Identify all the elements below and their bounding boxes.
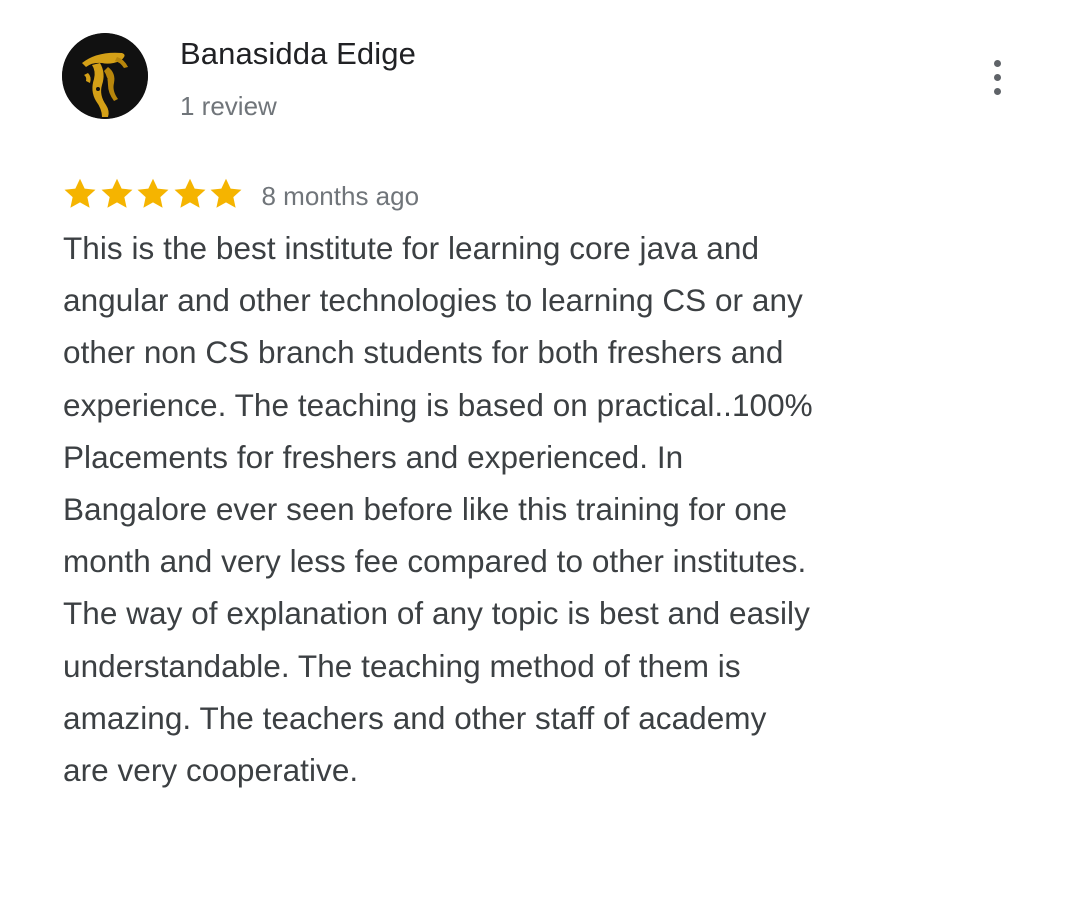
star-icon — [62, 176, 98, 212]
avatar-image — [62, 33, 148, 119]
star-icon — [208, 176, 244, 212]
star-icon — [172, 176, 208, 212]
review-card: Banasidda Edige 1 review 8 months ago Th… — [0, 0, 1080, 909]
more-vert-icon — [994, 60, 1001, 67]
star-icon — [135, 176, 171, 212]
reviewer-name[interactable]: Banasidda Edige — [180, 36, 416, 72]
more-vert-icon-dot — [994, 88, 1001, 95]
avatar[interactable] — [62, 33, 148, 119]
review-time: 8 months ago — [261, 180, 420, 211]
reviewer-review-count: 1 review — [180, 91, 277, 121]
star-icon — [99, 176, 135, 212]
review-text: This is the best institute for learning … — [63, 230, 813, 789]
star-rating — [62, 176, 245, 212]
more-vert-icon-dot — [994, 74, 1001, 81]
rating-row: 8 months ago — [62, 172, 419, 216]
more-options-button[interactable] — [978, 54, 1018, 100]
